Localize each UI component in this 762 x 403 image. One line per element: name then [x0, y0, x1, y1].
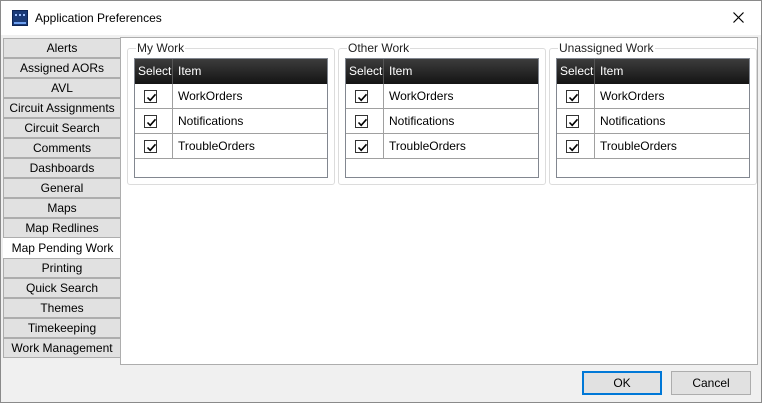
group-label: My Work	[136, 41, 186, 55]
grid-header: Select Item	[346, 59, 538, 84]
preferences-window: Application Preferences Alerts Assigned …	[0, 0, 762, 403]
checkmark-icon	[357, 143, 368, 152]
checkmark-icon	[568, 93, 579, 102]
title-bar: Application Preferences	[1, 1, 761, 35]
group-label: Other Work	[347, 41, 411, 55]
checkmark-icon	[357, 93, 368, 102]
tab-timekeeping[interactable]: Timekeeping	[3, 318, 121, 338]
table-row[interactable]: Notifications	[346, 109, 538, 134]
close-button[interactable]	[717, 1, 761, 35]
grid-header: Select Item	[135, 59, 327, 84]
tab-printing[interactable]: Printing	[3, 258, 121, 278]
window-title: Application Preferences	[35, 11, 162, 25]
item-cell: TroubleOrders	[389, 139, 466, 153]
other-work-group: Other Work Select Item WorkOrders Notifi…	[338, 41, 546, 185]
table-row[interactable]: WorkOrders	[135, 84, 327, 109]
select-checkbox[interactable]	[355, 90, 368, 103]
tab-alerts[interactable]: Alerts	[3, 38, 121, 58]
map-pending-work-panel: My Work Select Item WorkOrders Notificat…	[120, 37, 758, 365]
tab-circuit-assignments[interactable]: Circuit Assignments	[3, 98, 121, 118]
table-row[interactable]: TroubleOrders	[135, 134, 327, 159]
item-cell: Notifications	[178, 114, 244, 128]
select-checkbox[interactable]	[144, 140, 157, 153]
checkmark-icon	[568, 118, 579, 127]
column-header-select[interactable]: Select	[346, 59, 384, 84]
table-row[interactable]: WorkOrders	[346, 84, 538, 109]
select-checkbox[interactable]	[566, 115, 579, 128]
my-work-group: My Work Select Item WorkOrders Notificat…	[127, 41, 335, 185]
item-cell: TroubleOrders	[178, 139, 255, 153]
table-row[interactable]: Notifications	[135, 109, 327, 134]
tab-circuit-search[interactable]: Circuit Search	[3, 118, 121, 138]
checkmark-icon	[146, 143, 157, 152]
ok-button[interactable]: OK	[582, 371, 662, 395]
table-row[interactable]: TroubleOrders	[346, 134, 538, 159]
column-header-select[interactable]: Select	[135, 59, 173, 84]
item-cell: Notifications	[600, 114, 666, 128]
select-checkbox[interactable]	[144, 90, 157, 103]
item-cell: Notifications	[389, 114, 455, 128]
tab-quick-search[interactable]: Quick Search	[3, 278, 121, 298]
checkmark-icon	[357, 118, 368, 127]
select-checkbox[interactable]	[566, 140, 579, 153]
tab-work-management[interactable]: Work Management	[3, 338, 121, 358]
preferences-tab-list: Alerts Assigned AORs AVL Circuit Assignm…	[3, 38, 122, 358]
item-cell: WorkOrders	[178, 89, 243, 103]
checkmark-icon	[146, 118, 157, 127]
select-checkbox[interactable]	[355, 115, 368, 128]
tab-map-redlines[interactable]: Map Redlines	[3, 218, 121, 238]
group-label: Unassigned Work	[558, 41, 655, 55]
tab-avl[interactable]: AVL	[3, 78, 121, 98]
tab-general[interactable]: General	[3, 178, 121, 198]
tab-dashboards[interactable]: Dashboards	[3, 158, 121, 178]
unassigned-work-grid: Select Item WorkOrders Notifications Tro…	[556, 58, 750, 178]
select-checkbox[interactable]	[355, 140, 368, 153]
column-header-item[interactable]: Item	[384, 59, 538, 84]
checkmark-icon	[568, 143, 579, 152]
table-row[interactable]: TroubleOrders	[557, 134, 749, 159]
tab-map-pending-work[interactable]: Map Pending Work	[3, 238, 122, 258]
tab-maps[interactable]: Maps	[3, 198, 121, 218]
item-cell: WorkOrders	[389, 89, 454, 103]
grid-header: Select Item	[557, 59, 749, 84]
other-work-grid: Select Item WorkOrders Notifications Tro…	[345, 58, 539, 178]
column-header-item[interactable]: Item	[595, 59, 749, 84]
cancel-button[interactable]: Cancel	[671, 371, 751, 395]
select-checkbox[interactable]	[566, 90, 579, 103]
close-icon	[733, 12, 744, 23]
tab-comments[interactable]: Comments	[3, 138, 121, 158]
table-row[interactable]: WorkOrders	[557, 84, 749, 109]
app-logo-icon	[12, 10, 28, 26]
my-work-grid: Select Item WorkOrders Notifications Tro…	[134, 58, 328, 178]
select-checkbox[interactable]	[144, 115, 157, 128]
tab-assigned-aors[interactable]: Assigned AORs	[3, 58, 121, 78]
checkmark-icon	[146, 93, 157, 102]
item-cell: TroubleOrders	[600, 139, 677, 153]
table-row[interactable]: Notifications	[557, 109, 749, 134]
unassigned-work-group: Unassigned Work Select Item WorkOrders N…	[549, 41, 757, 185]
item-cell: WorkOrders	[600, 89, 665, 103]
tab-themes[interactable]: Themes	[3, 298, 121, 318]
column-header-item[interactable]: Item	[173, 59, 327, 84]
column-header-select[interactable]: Select	[557, 59, 595, 84]
